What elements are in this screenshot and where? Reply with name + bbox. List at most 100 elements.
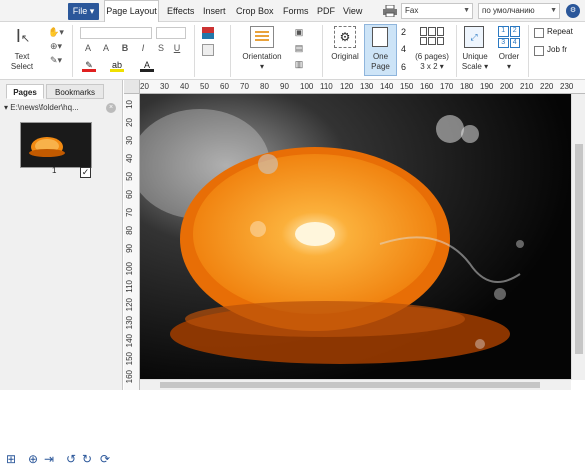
- ruler-tick-label: 230: [560, 82, 574, 91]
- strike-button[interactable]: S: [156, 42, 166, 54]
- edit-icon[interactable]: ✎▾: [44, 54, 68, 66]
- close-file-icon[interactable]: ×: [106, 103, 116, 113]
- rotate-icon[interactable]: ↻: [82, 452, 92, 466]
- ruler-tick-label: 100: [125, 262, 134, 276]
- orientation-icon[interactable]: [250, 26, 274, 48]
- separator: [230, 25, 231, 77]
- text-select-icon[interactable]: I↖: [10, 26, 36, 50]
- ruler-tick-label: 20: [125, 118, 134, 127]
- font-family-field[interactable]: [80, 27, 152, 39]
- ruler-tick-label: 120: [340, 82, 354, 91]
- job-from-checkbox[interactable]: [534, 46, 544, 56]
- menu-page-layout[interactable]: Page Layout: [104, 0, 159, 23]
- ruler-tick-label: 110: [125, 280, 134, 293]
- ruler-tick-label: 50: [200, 82, 209, 91]
- highlight-color-icon[interactable]: ✎: [82, 60, 96, 72]
- ruler-tick-label: 130: [360, 82, 374, 91]
- thumbnail-image: [21, 123, 91, 167]
- underline-button[interactable]: U: [172, 42, 182, 54]
- ruler-tick-label: 220: [540, 82, 554, 91]
- page-canvas[interactable]: [140, 94, 571, 380]
- pages-4-button[interactable]: 4: [401, 44, 406, 54]
- margins-icon[interactable]: ▤: [292, 42, 306, 54]
- ruler-tick-label: 80: [260, 82, 269, 91]
- ruler-tick-label: 180: [460, 82, 474, 91]
- order-label[interactable]: Order ▾: [492, 52, 526, 72]
- unique-scale-icon[interactable]: ⤢: [464, 26, 484, 48]
- ruler-tick-label: 150: [125, 352, 134, 366]
- pages-6-button[interactable]: 6: [401, 62, 406, 72]
- add-page-icon[interactable]: ⊕: [28, 452, 38, 466]
- six-pages-icon[interactable]: [420, 27, 444, 45]
- six-pages-label[interactable]: (6 pages) 3 x 2 ▾: [410, 52, 454, 72]
- ruler-tick-label: 40: [180, 82, 189, 91]
- options-icon[interactable]: ⚙: [566, 4, 580, 18]
- bold-button[interactable]: B: [120, 42, 130, 54]
- menu-forms[interactable]: Forms: [283, 0, 309, 22]
- ruler-corner: [124, 80, 140, 94]
- one-page-label: One Page: [371, 52, 390, 71]
- ruler-tick-label: 30: [125, 136, 134, 145]
- menu-insert[interactable]: Insert: [203, 0, 226, 22]
- shrink-font-icon[interactable]: A: [100, 42, 112, 54]
- vertical-scroll-thumb[interactable]: [575, 144, 583, 354]
- ruler-tick-label: 150: [400, 82, 414, 91]
- ruler-tick-label: 140: [380, 82, 394, 91]
- ruler-tick-label: 20: [140, 82, 149, 91]
- pages-2-button[interactable]: 2: [401, 27, 406, 37]
- menu-crop-box[interactable]: Crop Box: [236, 0, 274, 22]
- italic-button[interactable]: I: [138, 42, 148, 54]
- page-size-icon[interactable]: ▣: [292, 26, 306, 38]
- order-icon[interactable]: 1 2 3 4: [498, 26, 520, 48]
- file-path-row[interactable]: ▾ E:\news\folder\hq...: [4, 102, 120, 114]
- repeat-checkbox[interactable]: [534, 28, 544, 38]
- hand-icon[interactable]: ✋▾: [44, 26, 68, 38]
- marker-icon[interactable]: ab: [110, 60, 124, 72]
- separator: [322, 25, 323, 77]
- vertical-scrollbar[interactable]: [571, 94, 585, 380]
- ruler-tick-label: 10: [125, 100, 134, 109]
- tab-bookmarks[interactable]: Bookmarks: [46, 84, 104, 99]
- font-size-field[interactable]: [156, 27, 186, 39]
- page-color-icon[interactable]: [202, 44, 214, 56]
- order-4: 4: [509, 37, 520, 48]
- job-from-label: Job fr: [547, 45, 568, 54]
- ruler-tick-label: 90: [280, 82, 289, 91]
- preset-select[interactable]: по умолчанию ▼: [478, 3, 560, 19]
- file-menu-button[interactable]: File ▾: [68, 3, 99, 20]
- ruler-tick-label: 70: [240, 82, 249, 91]
- pages-panel: Pages Bookmarks ▾ E:\news\folder\hq... ×…: [0, 80, 123, 466]
- page-thumbnail[interactable]: [20, 122, 92, 168]
- ruler-tick-label: 140: [125, 334, 134, 348]
- horizontal-scroll-thumb[interactable]: [160, 382, 540, 388]
- menu-pdf[interactable]: PDF: [317, 0, 335, 22]
- separator: [194, 25, 195, 77]
- orientation-label[interactable]: Orientation ▾: [236, 52, 288, 72]
- menu-view[interactable]: View: [343, 0, 362, 22]
- printer-select[interactable]: Fax ▼: [401, 3, 473, 19]
- text-select-label[interactable]: Text Select: [4, 52, 40, 72]
- order-2: 2: [509, 26, 520, 37]
- tab-pages[interactable]: Pages: [6, 84, 44, 99]
- zoom-icon[interactable]: ⊕▾: [44, 40, 68, 52]
- rotate-right-icon[interactable]: ⟳: [100, 452, 110, 466]
- insert-page-icon[interactable]: ⊞: [6, 452, 16, 466]
- grow-font-icon[interactable]: A: [82, 42, 94, 54]
- font-color-icon[interactable]: A: [140, 60, 154, 72]
- rotate-left-icon[interactable]: ↺: [66, 452, 76, 466]
- horizontal-ruler: 20 30 40 50 60 70 80 90 100 110 120 130 140 150 160 170…: [124, 80, 585, 94]
- horizontal-scrollbar[interactable]: [140, 379, 571, 390]
- original-icon[interactable]: ⚙: [334, 26, 356, 48]
- menu-effects[interactable]: Effects: [167, 0, 194, 22]
- vertical-ruler: 10 20 30 40 50 60 70 80 90 100 110 120 130 140 150 160: [124, 94, 140, 390]
- columns-icon[interactable]: ▥: [292, 58, 306, 70]
- printer-icon[interactable]: [383, 5, 397, 17]
- ruler-tick-label: 40: [125, 154, 134, 163]
- page-select-checkbox[interactable]: ✓: [80, 167, 91, 178]
- ruler-tick-label: 60: [125, 190, 134, 199]
- color-profile-icon[interactable]: [202, 27, 214, 39]
- unique-scale-label[interactable]: Unique Scale ▾: [456, 52, 494, 72]
- ruler-tick-label: 160: [420, 82, 434, 91]
- export-page-icon[interactable]: ⇥: [44, 452, 54, 466]
- original-label[interactable]: Original: [326, 52, 364, 62]
